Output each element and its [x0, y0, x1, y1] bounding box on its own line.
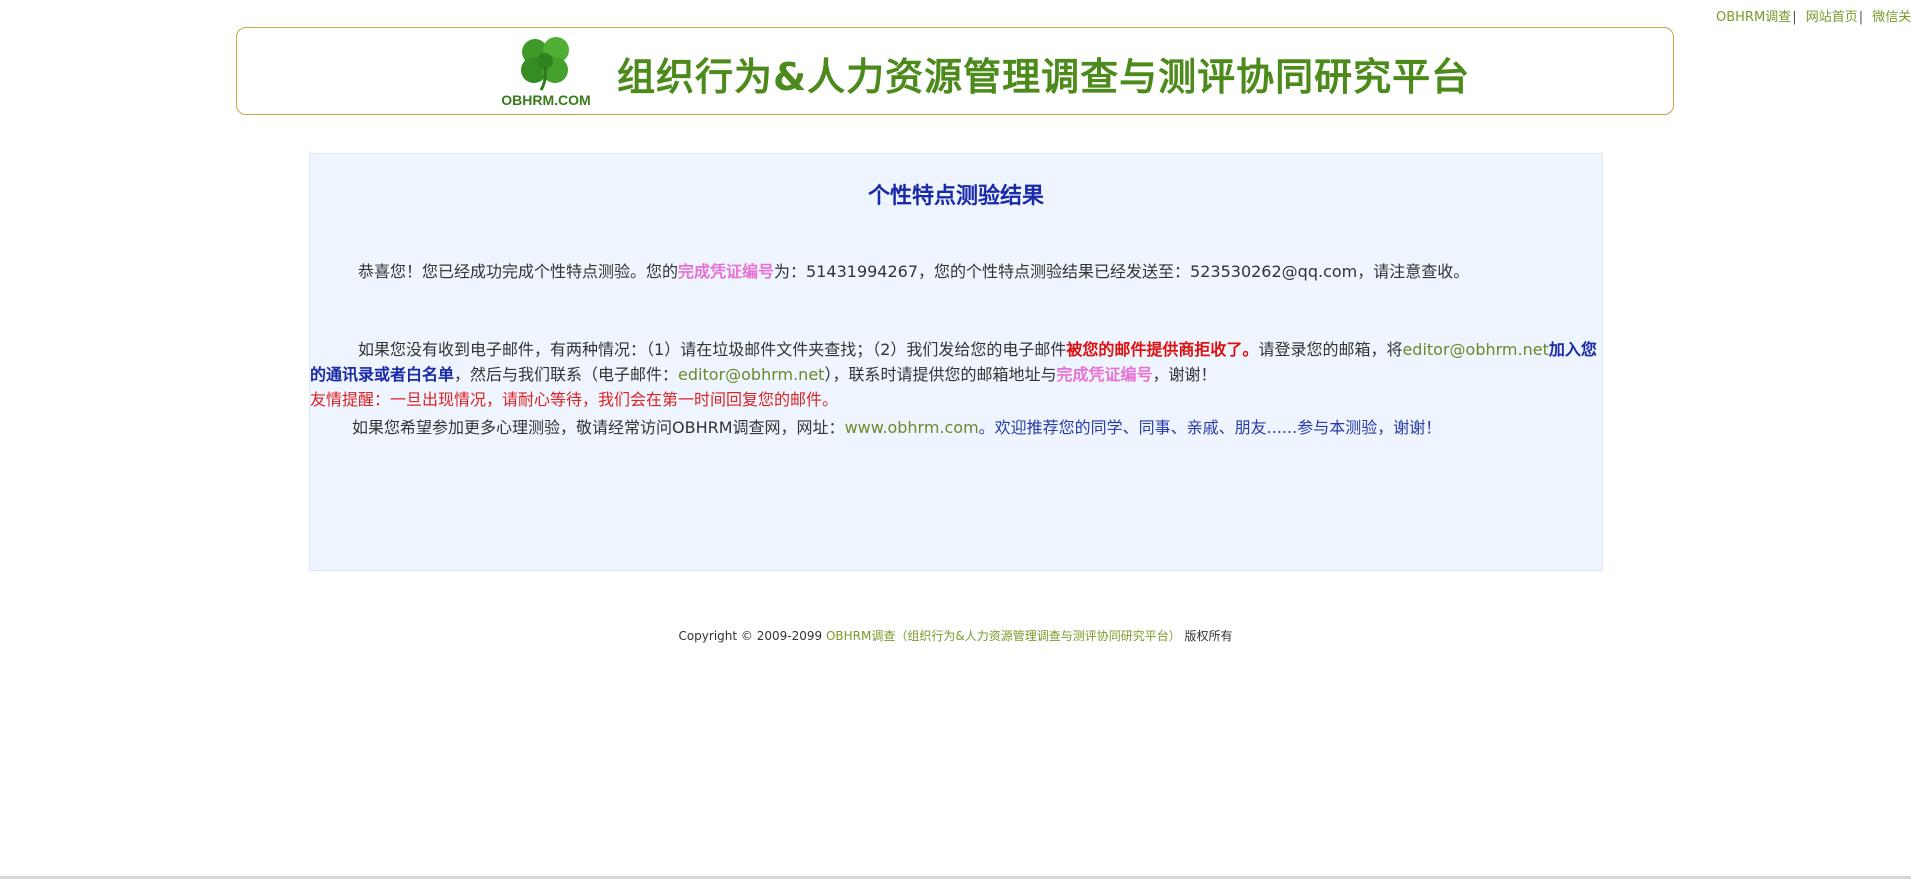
top-link-obhrm-survey[interactable]: OBHRM调查 [1716, 10, 1791, 25]
site-banner: OBHRM.COM 组织行为&人力资源管理调查与测评协同研究平台 [236, 27, 1674, 115]
footer-link[interactable]: OBHRM调查（组织行为&人力资源管理调查与测评协同研究平台） [826, 629, 1181, 643]
footer-copyright: Copyright © 2009-2099 [678, 629, 826, 643]
brand-text: OBHRM [672, 418, 733, 437]
top-links: OBHRM调查| 网站首页| 微信关注 [1716, 6, 1911, 25]
rejected-warning: 被您的邮件提供商拒收了。 [1066, 340, 1259, 359]
top-link-wechat[interactable]: 微信关注 [1872, 10, 1911, 25]
result-title: 个性特点测验结果 [867, 183, 1044, 209]
footer: Copyright © 2009-2099 OBHRM调查（组织行为&人力资源管… [0, 627, 1911, 644]
result-paragraph-more: 如果您希望参加更多心理测验，敬请经常访问OBHRM调查网，网址：www.obhr… [352, 418, 1442, 437]
top-link-separator: | [1792, 10, 1797, 25]
cert-number: 51431994267 [806, 262, 919, 281]
top-link-home[interactable]: 网站首页 [1806, 10, 1858, 25]
result-panel: 个性特点测验结果 恭喜您！您已经成功完成个性特点测验。您的完成凭证编号为：514… [309, 153, 1603, 571]
site-url[interactable]: www.obhrm.com [845, 418, 979, 437]
editor-email: editor@obhrm.net [1402, 340, 1549, 359]
clover-icon [521, 37, 569, 91]
result-paragraph-success: 恭喜您！您已经成功完成个性特点测验。您的完成凭证编号为：51431994267，… [358, 262, 1470, 281]
friendly-tip: 友情提醒：一旦出现情况，请耐心等待，我们会在第一时间回复您的邮件。 [310, 390, 839, 409]
site-logo[interactable]: OBHRM.COM [491, 32, 601, 112]
cert-label-2: 完成凭证编号 [1056, 365, 1153, 384]
editor-email-2: editor@obhrm.net [678, 365, 825, 384]
footer-rights: 版权所有 [1180, 629, 1233, 643]
recommend-text: 。欢迎推荐您的同学、同事、亲戚、朋友......参与本测验，谢谢！ [978, 418, 1442, 437]
cert-label: 完成凭证编号 [678, 262, 775, 281]
logo-text: OBHRM.COM [501, 92, 591, 108]
result-paragraph-help: 如果您没有收到电子邮件，有两种情况：（1）请在垃圾邮件文件夹查找；（2）我们发给… [310, 340, 1597, 409]
top-link-separator: | [1858, 10, 1864, 25]
banner-title: 组织行为&人力资源管理调查与测评协同研究平台 [617, 55, 1471, 99]
recipient-email: 523530262@qq.com [1190, 262, 1358, 281]
